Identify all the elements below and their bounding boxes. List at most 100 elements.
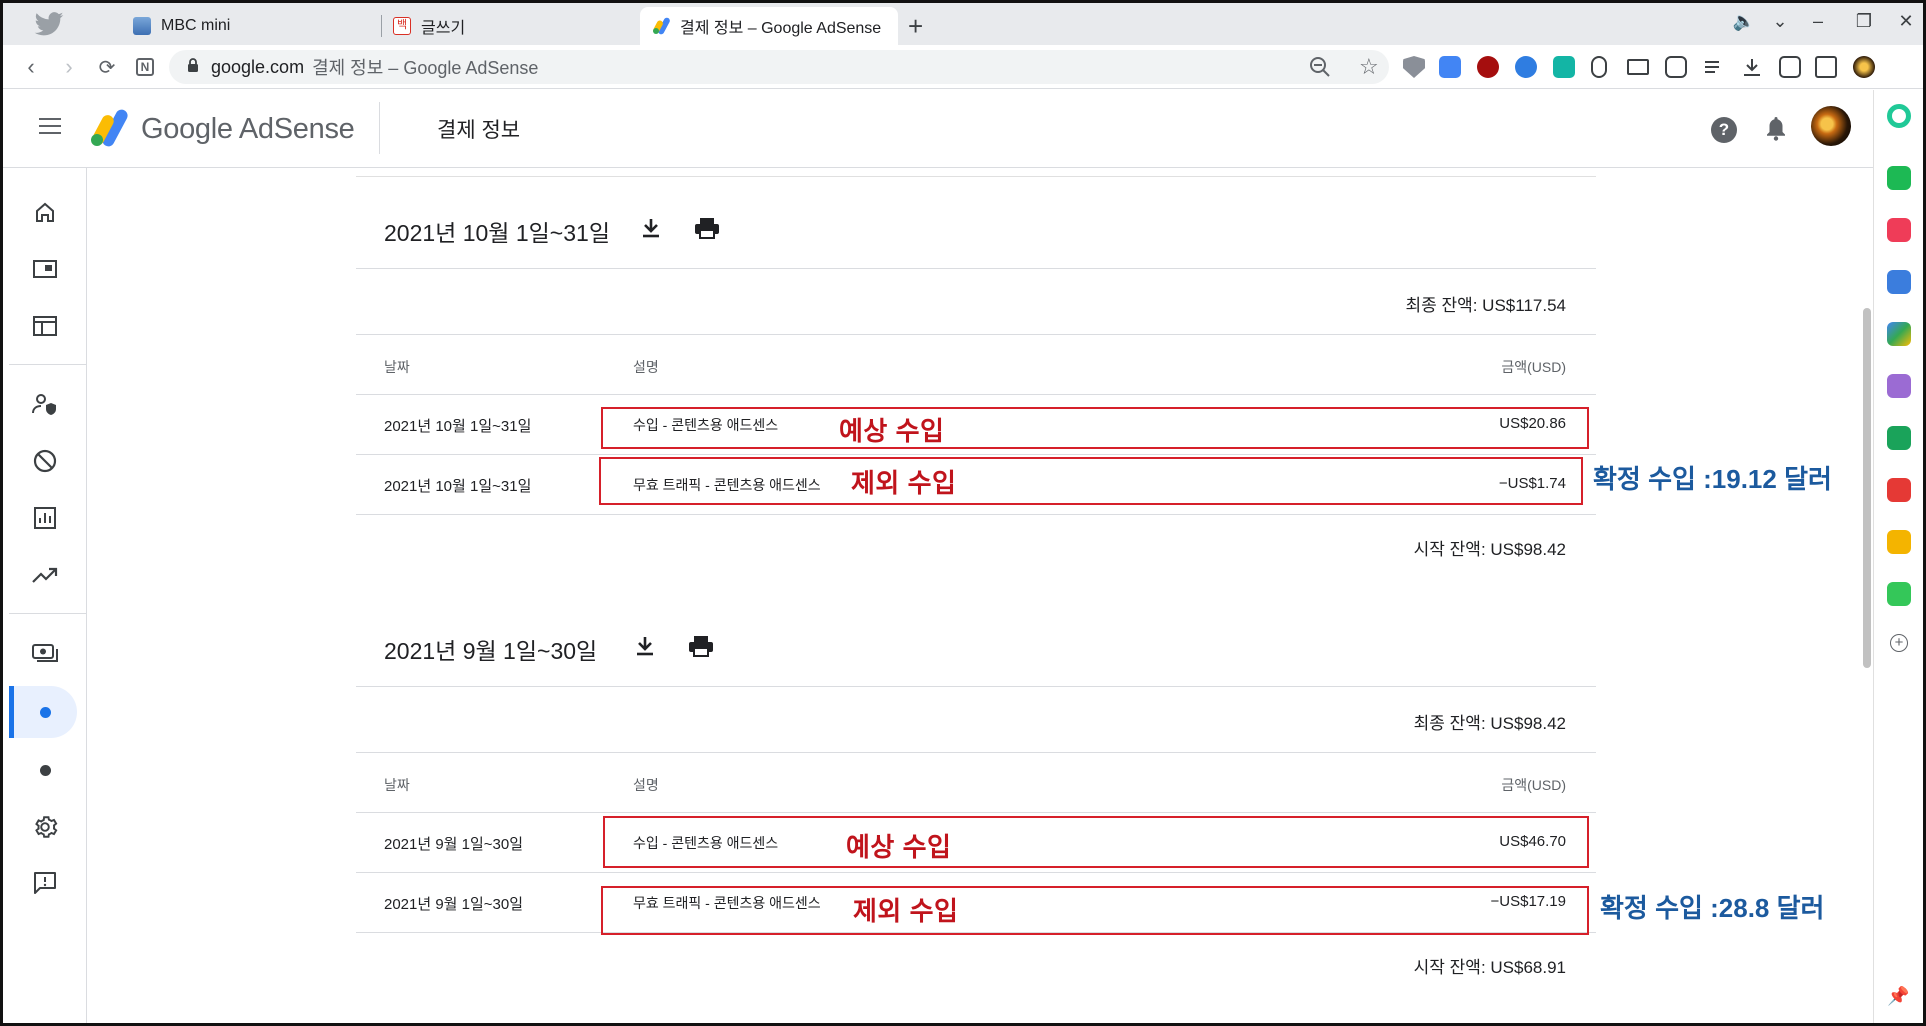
mouse-extension-icon[interactable]	[1591, 56, 1607, 78]
menu-icon[interactable]	[39, 118, 61, 139]
sidebar-circle-app-icon[interactable]	[1887, 104, 1911, 128]
download-icon[interactable]	[640, 217, 662, 244]
tab-strip: MBC mini 백 글쓰기 결제 정보 – Google AdSense + …	[3, 3, 1923, 45]
excluded-income-highlight-box	[601, 886, 1589, 935]
chevron-down-icon[interactable]: ⌄	[1765, 11, 1795, 32]
tab-mbc-mini[interactable]: MBC mini	[133, 7, 230, 45]
col-date: 날짜	[384, 359, 410, 375]
minimize-button[interactable]: –	[1803, 11, 1833, 32]
sidebar-pin-icon[interactable]: 📌	[1887, 986, 1911, 1010]
back-button[interactable]: ‹	[17, 53, 45, 81]
sidebar-bulb-app-icon[interactable]	[1887, 374, 1911, 398]
tab-label: 글쓰기	[421, 20, 466, 37]
tab-adsense[interactable]: 결제 정보 – Google AdSense	[640, 7, 898, 45]
mail-extension-icon[interactable]	[1627, 59, 1649, 75]
sidebar-edge-app-icon[interactable]	[1887, 322, 1911, 346]
download-icon[interactable]	[1741, 56, 1763, 78]
blocking-controls-icon[interactable]	[3, 437, 87, 485]
zoom-out-icon[interactable]	[1309, 56, 1331, 83]
expected-income-annotation: 예상 수입	[839, 416, 945, 446]
active-dot-icon[interactable]	[3, 688, 87, 736]
browser-window: MBC mini 백 글쓰기 결제 정보 – Google AdSense + …	[0, 0, 1926, 1026]
green-extension-icon[interactable]	[1553, 56, 1575, 78]
final-balance: 최종 잔액: US$117.54	[1405, 296, 1566, 315]
toolbar: ‹ › ⟳ N google.com 결제 정보 – Google AdSens…	[3, 45, 1923, 89]
start-balance: 시작 잔액: US$98.42	[1413, 540, 1566, 559]
print-icon[interactable]	[688, 635, 714, 662]
col-description: 설명	[633, 359, 659, 375]
close-window-button[interactable]: ✕	[1891, 11, 1921, 32]
section-period-title: 2021년 9월 1일~30일	[384, 638, 598, 664]
reports-icon[interactable]	[3, 494, 87, 542]
help-icon[interactable]: ?	[1711, 117, 1737, 143]
sidebar-add-icon[interactable]: +	[1890, 634, 1908, 652]
home-icon[interactable]	[3, 188, 87, 236]
reload-button[interactable]: ⟳	[93, 53, 121, 81]
privacy-messaging-icon[interactable]	[3, 380, 87, 428]
page-title: 결제 정보	[437, 119, 521, 142]
forward-button[interactable]: ›	[55, 53, 83, 81]
sidebar-star-app-icon[interactable]	[1887, 530, 1911, 554]
url-host: google.com	[211, 56, 305, 77]
adsense-header: Google AdSense 결제 정보 ?	[3, 90, 1873, 168]
row-date: 2021년 9월 1일~30일	[384, 896, 524, 913]
section-header: 2021년 9월 1일~30일	[356, 587, 1596, 687]
excluded-income-highlight-box	[599, 457, 1583, 505]
tab-separator	[381, 15, 382, 37]
section-period-title: 2021년 10월 1일~31일	[384, 220, 610, 246]
optimization-icon[interactable]	[3, 551, 87, 599]
ublock-extension-icon[interactable]	[1477, 56, 1499, 78]
sidebar-green-app-icon[interactable]	[1887, 582, 1911, 606]
blog-favicon-icon: 백	[393, 17, 411, 35]
sidebar-bell-app-icon[interactable]	[1887, 166, 1911, 190]
expected-income-highlight-box	[603, 816, 1589, 868]
reading-list-icon[interactable]	[1703, 56, 1725, 78]
excluded-income-annotation: 제외 수입	[853, 896, 959, 926]
rail-divider	[9, 613, 87, 614]
final-balance: 최종 잔액: US$98.42	[1413, 714, 1566, 733]
row-date: 2021년 10월 1일~31일	[384, 418, 532, 435]
sidebar-bookmark-app-icon[interactable]	[1887, 426, 1911, 450]
tab-write[interactable]: 백 글쓰기	[393, 7, 465, 45]
col-amount: 금액(USD)	[1501, 359, 1566, 375]
excluded-income-annotation: 제외 수입	[851, 468, 957, 498]
download-icon[interactable]	[634, 635, 656, 662]
sites-icon[interactable]	[3, 245, 87, 293]
twitter-bird-icon[interactable]	[33, 12, 65, 43]
lock-icon	[187, 57, 199, 78]
dot-icon[interactable]	[3, 746, 87, 794]
sidebar-briefcase-app-icon[interactable]	[1887, 270, 1911, 294]
notifications-bell-icon[interactable]	[1765, 115, 1787, 146]
confirmed-income-sep-annotation: 확정 수입 :28.8 달러	[1600, 893, 1825, 923]
tab-label: MBC mini	[161, 17, 231, 34]
speaker-icon[interactable]: 🔈	[1729, 11, 1759, 32]
row-date: 2021년 9월 1일~30일	[384, 836, 524, 853]
split-view-icon[interactable]	[1815, 56, 1837, 78]
star-icon[interactable]: ☆	[1359, 54, 1379, 80]
tab-label: 결제 정보 – Google AdSense	[680, 20, 882, 37]
account-avatar[interactable]	[1811, 106, 1851, 146]
notion-icon[interactable]: N	[131, 53, 159, 81]
ads-icon[interactable]	[3, 302, 87, 350]
page-scrollbar[interactable]	[1863, 308, 1871, 668]
globe-extension-icon[interactable]	[1515, 56, 1537, 78]
print-icon[interactable]	[694, 217, 720, 244]
table-header: 날짜 설명 금액(USD)	[356, 753, 1596, 813]
shield-extension-icon[interactable]	[1403, 56, 1425, 78]
puzzle-extensions-icon[interactable]	[1665, 56, 1687, 78]
sidebar-pocket-app-icon[interactable]	[1887, 218, 1911, 242]
table-header: 날짜 설명 금액(USD)	[356, 335, 1596, 395]
expected-income-highlight-box	[601, 407, 1589, 449]
new-tab-button[interactable]: +	[908, 11, 923, 42]
feedback-icon[interactable]	[3, 859, 87, 907]
address-bar[interactable]: google.com 결제 정보 – Google AdSense ☆	[169, 50, 1389, 84]
translate-extension-icon[interactable]	[1439, 56, 1461, 78]
sidebar-youtube-app-icon[interactable]	[1887, 478, 1911, 502]
payments-icon[interactable]	[3, 629, 87, 677]
settings-gear-icon[interactable]	[3, 803, 87, 851]
start-balance-row: 시작 잔액: US$68.91	[356, 933, 1596, 993]
restore-button[interactable]: ❐	[1849, 11, 1879, 32]
final-balance-row: 최종 잔액: US$98.42	[356, 687, 1596, 753]
screenshot-icon[interactable]	[1779, 56, 1801, 78]
profile-avatar-icon[interactable]	[1853, 56, 1875, 78]
